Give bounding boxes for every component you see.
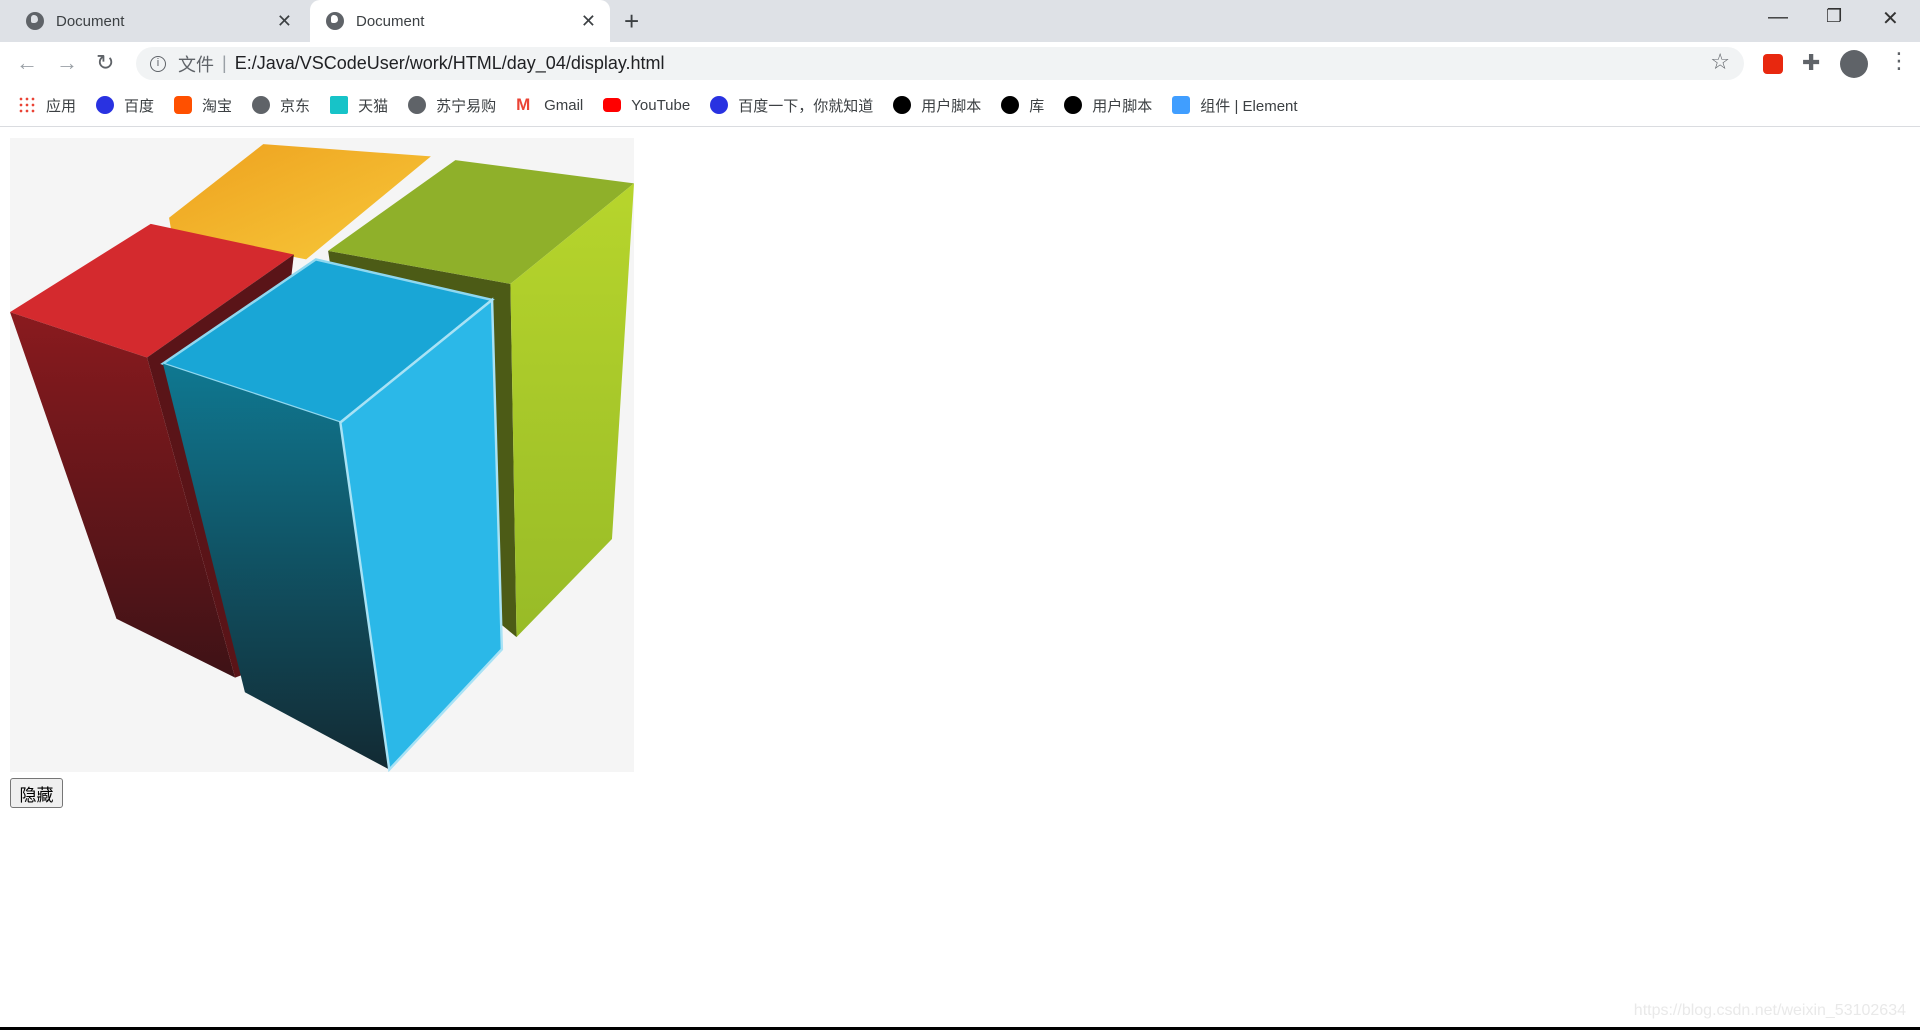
restore-button[interactable]: ❐ (1826, 6, 1842, 27)
profile-avatar-icon[interactable] (1840, 50, 1868, 78)
bookmark-jd[interactable]: 京东 (252, 95, 310, 116)
tab-document-1[interactable]: Document ✕ (0, 0, 306, 42)
tmall-icon (330, 96, 349, 114)
baidu-paw-icon (710, 96, 729, 114)
bookmark-gmail[interactable]: M Gmail (516, 96, 583, 114)
close-tab-icon[interactable]: ✕ (581, 11, 596, 32)
bookmark-label: 百度一下，你就知道 (738, 97, 874, 115)
menu-kebab-icon[interactable]: ⋮ (1888, 48, 1910, 74)
reload-button[interactable]: ↻ (96, 50, 114, 76)
bookmarks-bar: 应用 百度 淘宝 京东 天猫 苏宁易购 M Gmail YouTube 百度一下，… (0, 84, 1920, 127)
globe-icon (252, 96, 271, 114)
new-tab-button[interactable]: + (624, 6, 639, 37)
extensions-puzzle-icon[interactable]: ✚ (1802, 50, 1820, 76)
element-icon (1172, 96, 1191, 114)
bookmark-baidu[interactable]: 百度 (96, 95, 154, 116)
bookmark-label: 用户脚本 (1092, 97, 1153, 115)
bookmark-star-icon[interactable]: ☆ (1710, 49, 1730, 75)
tampermonkey-icon[interactable] (1763, 54, 1783, 74)
url-text[interactable]: E:/Java/VSCodeUser/work/HTML/day_04/disp… (235, 53, 665, 74)
bookmark-label: 组件 | Element (1200, 97, 1298, 115)
bookmark-label: 百度 (124, 97, 155, 115)
bookmark-baidu-search[interactable]: 百度一下，你就知道 (710, 95, 873, 116)
globe-icon (26, 12, 44, 30)
divider: | (222, 53, 227, 73)
globe-icon (408, 96, 427, 114)
back-button[interactable]: ← (16, 50, 38, 76)
greasyfork-icon (1001, 96, 1020, 114)
globe-icon (326, 12, 344, 30)
scheme-label: 文件 (178, 54, 214, 75)
bookmark-apps[interactable]: 应用 (18, 95, 76, 116)
tab-title: Document (356, 12, 425, 30)
baidu-paw-icon (96, 96, 115, 114)
bookmark-suning[interactable]: 苏宁易购 (408, 95, 496, 116)
taobao-icon (174, 96, 193, 114)
bookmark-label: 应用 (46, 97, 77, 115)
minimize-button[interactable]: — (1768, 6, 1788, 29)
close-window-button[interactable]: ✕ (1882, 6, 1899, 31)
bookmark-label: 用户脚本 (921, 97, 982, 115)
tab-bar: Document ✕ Document ✕ + — ❐ ✕ (0, 0, 1920, 42)
greasyfork-icon (1064, 96, 1083, 114)
bookmark-label: Gmail (544, 96, 584, 114)
hide-button[interactable]: 隐藏 (10, 778, 63, 808)
apps-grid-icon (18, 96, 36, 114)
tab-document-2[interactable]: Document ✕ (310, 0, 610, 42)
3d-bars-image (10, 138, 634, 772)
bookmark-label: 库 (1029, 97, 1045, 115)
watermark: https://blog.csdn.net/weixin_53102634 (1633, 1002, 1906, 1019)
greasyfork-icon (893, 96, 912, 114)
address-bar[interactable]: i 文件 | E:/Java/VSCodeUser/work/HTML/day_… (136, 47, 1744, 80)
tab-title: Document (56, 12, 125, 30)
info-icon[interactable]: i (150, 55, 166, 72)
bookmark-label: 淘宝 (202, 97, 233, 115)
bookmark-userscript-2[interactable]: 用户脚本 (1064, 95, 1152, 116)
bookmark-label: 苏宁易购 (436, 97, 497, 115)
bookmark-element[interactable]: 组件 | Element (1172, 95, 1298, 116)
bookmark-label: YouTube (631, 96, 691, 114)
bookmark-label: 京东 (280, 97, 311, 115)
youtube-icon (603, 98, 622, 112)
close-tab-icon[interactable]: ✕ (277, 11, 292, 32)
toolbar: ← → ↻ i 文件 | E:/Java/VSCodeUser/work/HTM… (0, 42, 1920, 84)
bookmark-library[interactable]: 库 (1001, 95, 1044, 116)
bookmark-tmall[interactable]: 天猫 (330, 95, 388, 116)
bookmark-userscript-1[interactable]: 用户脚本 (893, 95, 981, 116)
gmail-icon: M (516, 95, 531, 114)
forward-button[interactable]: → (56, 50, 78, 76)
bookmark-label: 天猫 (358, 97, 389, 115)
bookmark-youtube[interactable]: YouTube (603, 97, 690, 114)
bookmark-taobao[interactable]: 淘宝 (174, 95, 232, 116)
